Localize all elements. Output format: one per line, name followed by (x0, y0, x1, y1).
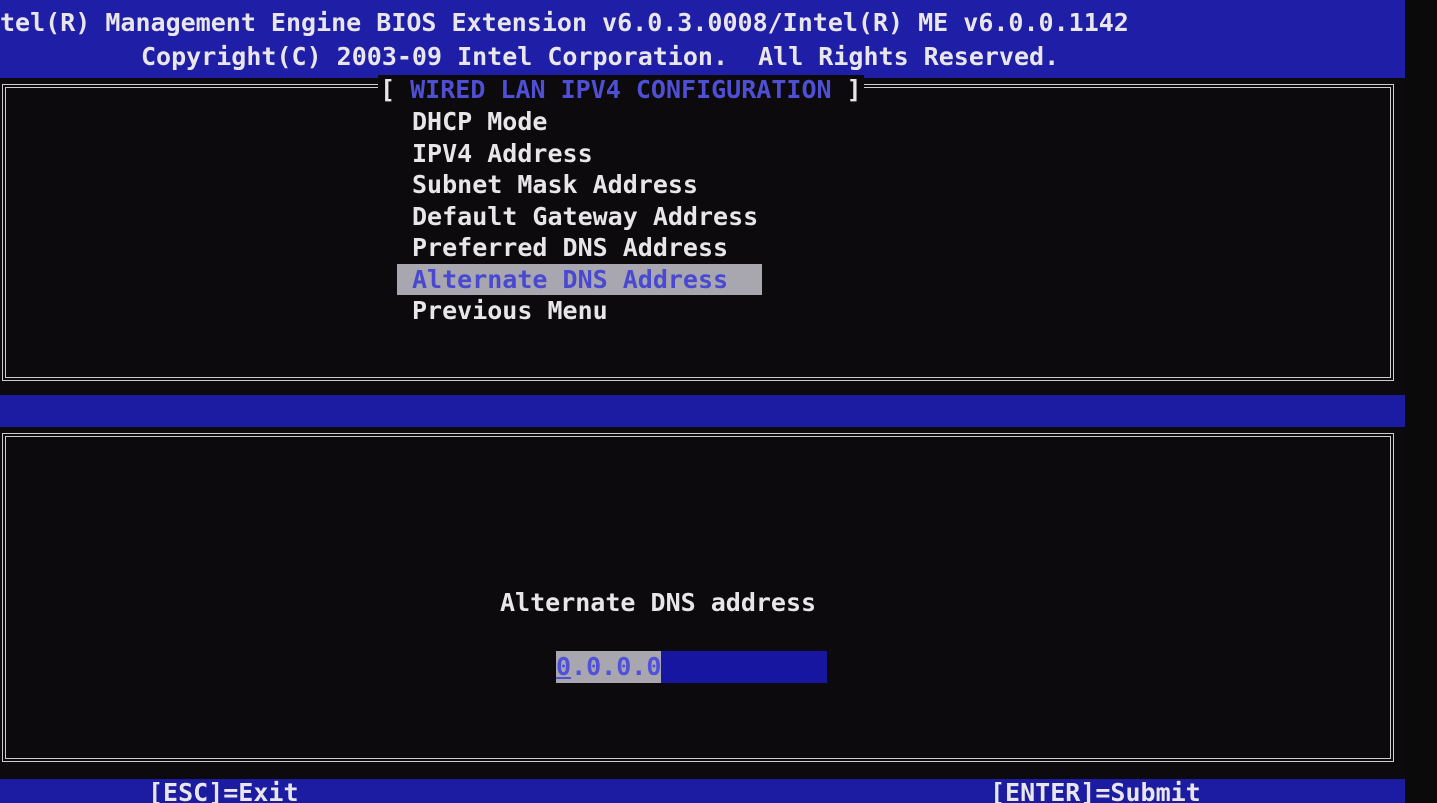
bios-screen: tel(R) Management Engine BIOS Extension … (0, 0, 1405, 803)
alternate-dns-input[interactable]: 0.0.0.0 (556, 651, 827, 683)
menu-item-previous-menu[interactable]: Previous Menu (397, 295, 762, 327)
prompt-label: Alternate DNS address (500, 588, 817, 617)
menu-item-preferred-dns-address[interactable]: Preferred DNS Address (397, 232, 762, 264)
esc-exit-hint: [ESC]=Exit (148, 778, 299, 803)
title-bracket-close: ] (831, 75, 862, 104)
menu-item-ipv4-address[interactable]: IPV4 Address (397, 138, 762, 170)
text-cursor: 0 (556, 652, 572, 681)
alternate-dns-value-rest: .0.0.0 (571, 652, 662, 681)
menu-item-dhcp-mode[interactable]: DHCP Mode (397, 106, 762, 138)
alternate-dns-value[interactable]: 0.0.0.0 (556, 651, 662, 683)
status-bar (0, 395, 1405, 427)
footer-bar: [ESC]=Exit [ENTER]=Submit (0, 779, 1405, 803)
menu-item-alternate-dns-address[interactable]: Alternate DNS Address (397, 263, 763, 295)
config-menu: DHCP Mode IPV4 Address Subnet Mask Addre… (397, 106, 763, 327)
panel-title-text: WIRED LAN IPV4 CONFIGURATION (410, 75, 832, 104)
panel-title: [ WIRED LAN IPV4 CONFIGURATION ] (378, 75, 864, 105)
header-copyright: Copyright(C) 2003-09 Intel Corporation. … (141, 42, 1060, 71)
menu-item-subnet-mask-address[interactable]: Subnet Mask Address (397, 169, 762, 201)
title-bracket-open: [ (380, 75, 411, 104)
screen-bezel (1405, 0, 1437, 803)
menu-item-default-gateway-address[interactable]: Default Gateway Address (397, 201, 762, 233)
header-title: tel(R) Management Engine BIOS Extension … (0, 8, 1129, 37)
header-bar: tel(R) Management Engine BIOS Extension … (0, 0, 1405, 78)
enter-submit-hint: [ENTER]=Submit (990, 778, 1201, 803)
